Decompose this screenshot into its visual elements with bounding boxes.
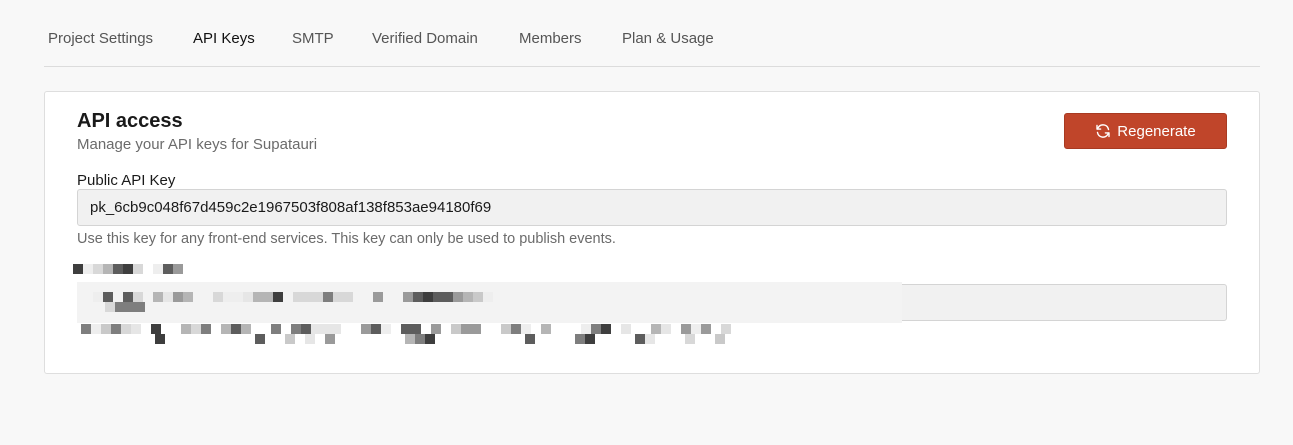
tab-api-keys[interactable]: API Keys [193,30,255,47]
api-access-card: API access Manage your API keys for Supa… [44,91,1260,374]
tab-plan-usage[interactable]: Plan & Usage [622,30,714,47]
settings-tabs: Project Settings API Keys SMTP Verified … [44,0,1260,67]
tab-smtp[interactable]: SMTP [292,30,334,47]
tab-verified-domain[interactable]: Verified Domain [372,30,478,47]
tab-project-settings[interactable]: Project Settings [48,30,153,47]
tab-members[interactable]: Members [519,30,582,47]
redacted-secret-key [45,92,1261,375]
